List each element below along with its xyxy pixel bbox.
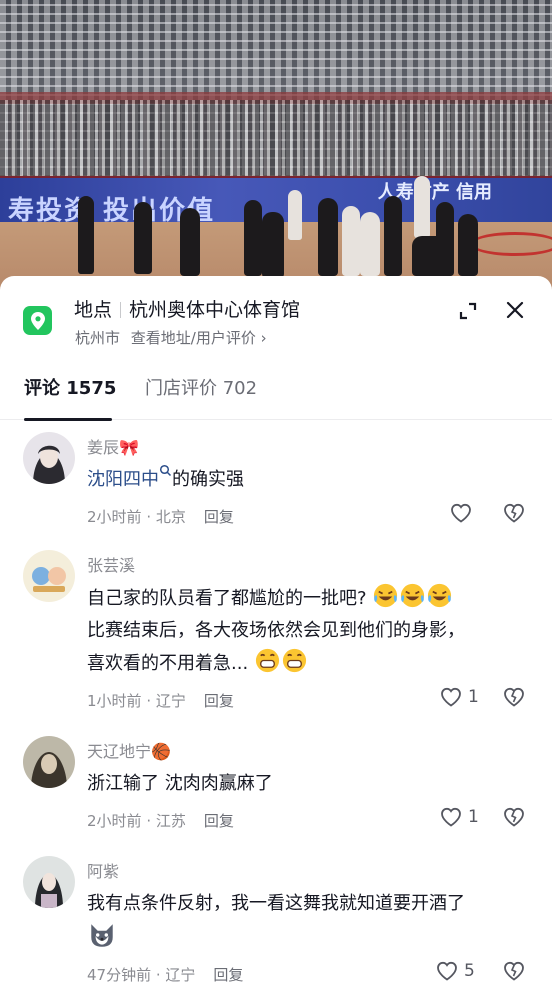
- broken-heart-icon: [504, 687, 524, 707]
- comment-text: 自己家的队员看了都尴尬的一批吧? 比赛结束后，各大夜场依然会见到他们的身影， 喜…: [87, 582, 527, 680]
- dancer-figure: [262, 212, 284, 278]
- like-count: 1: [468, 687, 479, 707]
- comment-text: 沈阳四中 的确实强: [87, 464, 527, 496]
- laughing-tears-emoji-icon: [374, 583, 398, 608]
- video-background[interactable]: 寿投资 投出价值 人寿财产 信用: [0, 0, 552, 292]
- tab-comments[interactable]: 评论 1575: [24, 374, 116, 400]
- comment-meta: 2小时前 · 北京 回复: [87, 508, 234, 526]
- dancer-figure: [180, 208, 200, 276]
- court-line: [470, 232, 552, 256]
- avatar[interactable]: [23, 856, 75, 908]
- like-button[interactable]: 1: [440, 687, 479, 707]
- comment-body: 的确实强: [172, 469, 244, 490]
- comment-username[interactable]: 天辽地宁🏀: [87, 738, 171, 762]
- dancer-figure: [414, 176, 430, 238]
- comment-item: 阿紫 我有点条件反射，我一看这舞我就知道要开酒了 47分钟前 · 辽宁 回复 5: [0, 850, 552, 994]
- dancer-figure: [384, 196, 402, 276]
- crowd: [0, 100, 552, 180]
- comment-item: 姜辰🎀 沈阳四中 的确实强 2小时前 · 北京 回复: [0, 426, 552, 538]
- dancer-figure: [412, 236, 446, 276]
- dislike-button[interactable]: [503, 503, 525, 527]
- location-subtitle[interactable]: 杭州市 查看地址/用户评价 ›: [75, 327, 267, 348]
- broken-heart-icon: [504, 503, 524, 523]
- heart-icon: [451, 503, 471, 523]
- broken-heart-icon: [504, 807, 524, 827]
- avatar[interactable]: [23, 432, 75, 484]
- comment-meta: 2小时前 · 江苏 回复: [87, 812, 234, 830]
- search-icon: [159, 464, 172, 477]
- grinning-emoji-icon: [255, 648, 279, 673]
- comment-region: 北京: [155, 508, 186, 526]
- dancer-figure: [360, 212, 380, 276]
- dancer-figure: [458, 214, 478, 276]
- comment-username[interactable]: 张芸溪: [87, 552, 135, 576]
- dancer-figure: [78, 196, 94, 274]
- title-divider: [120, 302, 122, 318]
- comment-text: 浙江输了 沈肉肉赢麻了: [87, 773, 273, 794]
- like-count: 5: [464, 961, 475, 981]
- tab-store-reviews[interactable]: 门店评价 702: [145, 374, 257, 400]
- dislike-button[interactable]: [503, 687, 525, 711]
- comment-line-text: 自己家的队员看了都尴尬的一批吧?: [87, 588, 367, 609]
- like-count: 1: [468, 807, 479, 827]
- view-address-link[interactable]: 查看地址/用户评价 ›: [131, 329, 267, 347]
- comment-body: 我有点条件反射，我一看这舞我就知道要开酒了: [87, 893, 465, 914]
- comment-meta: 47分钟前 · 辽宁 回复: [87, 966, 244, 984]
- avatar[interactable]: [23, 550, 75, 602]
- location-label: 地点: [74, 299, 113, 321]
- comment-meta: 1小时前 · 辽宁 回复: [87, 692, 234, 710]
- comment-line-text: 喜欢看的不用着急...: [87, 653, 249, 674]
- comment-time: 47分钟前: [87, 966, 152, 984]
- broken-heart-icon: [504, 961, 524, 981]
- grinning-emoji-icon: [282, 648, 306, 673]
- comment-line: [87, 920, 527, 956]
- dislike-button[interactable]: [503, 961, 525, 985]
- close-icon[interactable]: [503, 298, 527, 322]
- comment-region: 江苏: [155, 812, 186, 830]
- comment-text: 我有点条件反射，我一看这舞我就知道要开酒了: [87, 888, 527, 956]
- dancer-figure: [318, 198, 338, 276]
- comment-line: 喜欢看的不用着急...: [87, 647, 527, 680]
- laughing-tears-emoji-icon: [401, 583, 425, 608]
- comment-line: 自己家的队员看了都尴尬的一批吧?: [87, 582, 527, 615]
- dislike-button[interactable]: [503, 807, 525, 831]
- like-button[interactable]: [450, 503, 478, 523]
- wolf-emoji-icon: [91, 924, 113, 947]
- comment-item: 张芸溪 自己家的队员看了都尴尬的一批吧? 比赛结束后，各大夜场依然会见到他们的身…: [0, 544, 552, 724]
- dancer-figure: [288, 190, 302, 240]
- reply-button[interactable]: 回复: [204, 508, 234, 526]
- comment-region: 辽宁: [155, 692, 186, 710]
- venue-name: 杭州奥体中心体育馆: [129, 299, 301, 321]
- dancer-figure: [244, 200, 262, 276]
- heart-icon: [441, 687, 461, 707]
- like-button[interactable]: 1: [440, 807, 479, 827]
- tab-bar: 评论 1575 门店评价 702: [0, 372, 552, 421]
- comment-time: 1小时前: [87, 692, 142, 710]
- comment-time: 2小时前: [87, 812, 142, 830]
- avatar[interactable]: [23, 736, 75, 788]
- reply-button[interactable]: 回复: [213, 966, 243, 984]
- comment-username[interactable]: 姜辰🎀: [87, 434, 139, 458]
- heart-icon: [437, 961, 457, 981]
- laughing-tears-emoji-icon: [428, 583, 452, 608]
- reply-button[interactable]: 回复: [204, 812, 234, 830]
- comment-line: 比赛结束后，各大夜场依然会见到他们的身影，: [87, 620, 465, 641]
- heart-icon: [441, 807, 461, 827]
- location-city: 杭州市: [75, 329, 121, 347]
- comment-region: 辽宁: [165, 966, 196, 984]
- mention-link[interactable]: 沈阳四中: [87, 469, 159, 490]
- comment-username[interactable]: 阿紫: [87, 858, 119, 882]
- location-title[interactable]: 地点 杭州奥体中心体育馆: [74, 295, 300, 322]
- active-tab-indicator: [24, 418, 112, 421]
- dancer-figure: [342, 206, 360, 276]
- comment-time: 2小时前: [87, 508, 142, 526]
- location-pin-icon: [23, 306, 52, 335]
- comments-sheet: 地点 杭州奥体中心体育馆 杭州市 查看地址/用户评价 › 评论 1575 门店评价…: [0, 276, 552, 994]
- expand-icon[interactable]: [457, 300, 479, 322]
- like-button[interactable]: 5: [436, 961, 475, 981]
- comment-item: 天辽地宁🏀 浙江输了 沈肉肉赢麻了 2小时前 · 江苏 回复 1: [0, 730, 552, 848]
- location-header[interactable]: 地点 杭州奥体中心体育馆 杭州市 查看地址/用户评价 ›: [0, 276, 552, 356]
- reply-button[interactable]: 回复: [204, 692, 234, 710]
- dancer-figure: [134, 202, 152, 274]
